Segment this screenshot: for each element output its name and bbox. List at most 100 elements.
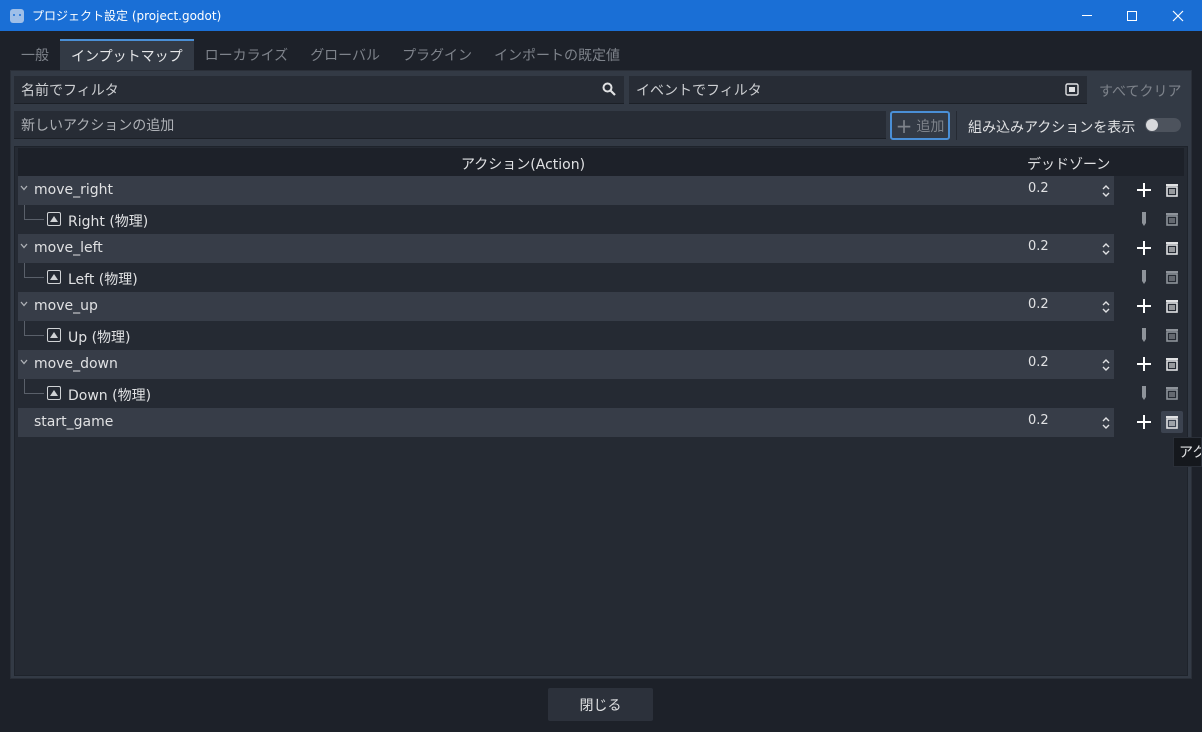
tree-branch-line (24, 263, 44, 278)
add-event-button[interactable] (1133, 353, 1155, 375)
chevron-down-icon[interactable] (20, 184, 28, 192)
tab-import-defaults[interactable]: インポートの既定値 (483, 39, 631, 70)
plus-icon (1137, 415, 1151, 429)
deadzone-value[interactable]: 0.2 (1028, 239, 1049, 254)
tab-general[interactable]: 一般 (10, 39, 60, 70)
remove-event-button[interactable] (1161, 382, 1183, 404)
edit-event-button[interactable] (1133, 208, 1155, 230)
action-row[interactable]: move_left 0.2 (18, 234, 1114, 263)
close-window-button[interactable] (1155, 0, 1201, 31)
clear-all-button[interactable]: すべてクリア (1099, 81, 1181, 101)
remove-action-button[interactable] (1161, 179, 1183, 201)
deadzone-value[interactable]: 0.2 (1028, 181, 1049, 196)
action-row[interactable]: move_up 0.2 (18, 292, 1114, 321)
add-event-button[interactable] (1133, 411, 1155, 433)
remove-action-button[interactable] (1161, 353, 1183, 375)
show-builtin-toggle[interactable] (1145, 118, 1181, 132)
trash-icon (1166, 213, 1178, 226)
minimize-button[interactable] (1064, 0, 1110, 31)
keyboard-key-icon (47, 328, 61, 342)
remove-action-button[interactable] (1161, 411, 1183, 433)
event-name: Right (物理) (68, 214, 149, 230)
add-action-button[interactable]: + 追加 (890, 111, 950, 140)
event-row[interactable]: Right (物理) (18, 205, 1114, 234)
new-action-placeholder: 新しいアクションの追加 (21, 117, 175, 134)
spinner-icon[interactable] (1101, 300, 1111, 314)
plus-icon (1137, 241, 1151, 255)
action-row[interactable]: move_down 0.2 (18, 350, 1114, 379)
spinner-icon[interactable] (1101, 358, 1111, 372)
deadzone-value[interactable]: 0.2 (1028, 355, 1049, 370)
action-row[interactable]: move_right 0.2 (18, 176, 1114, 205)
plus-icon: + (895, 113, 913, 138)
add-action-label: 追加 (916, 118, 945, 135)
tree-branch-line (24, 379, 44, 394)
event-name: Down (物理) (68, 388, 152, 404)
remove-event-button[interactable] (1161, 208, 1183, 230)
tree-branch-line (24, 205, 44, 220)
edit-event-button[interactable] (1133, 382, 1155, 404)
remove-event-button[interactable] (1161, 266, 1183, 288)
tab-globals[interactable]: グローバル (299, 39, 391, 70)
chevron-down-icon[interactable] (20, 358, 28, 366)
maximize-button[interactable] (1109, 0, 1155, 31)
spinner-icon[interactable] (1101, 416, 1111, 430)
pencil-icon (1142, 386, 1146, 400)
trash-icon (1166, 242, 1178, 255)
action-name: start_game (34, 414, 114, 430)
tooltip: アク (1173, 437, 1202, 467)
tab-localization[interactable]: ローカライズ (194, 39, 300, 70)
add-event-button[interactable] (1133, 179, 1155, 201)
tab-plugins[interactable]: プラグイン (391, 39, 483, 70)
action-name: move_down (34, 356, 118, 372)
chevron-down-icon[interactable] (20, 300, 28, 308)
trash-icon (1166, 329, 1178, 342)
event-name: Up (物理) (68, 330, 131, 346)
action-name: move_up (34, 298, 98, 314)
trash-icon (1166, 300, 1178, 313)
divider (956, 111, 957, 140)
title-bar: プロジェクト設定 (project.godot) (0, 0, 1202, 31)
name-filter-placeholder: 名前でフィルタ (21, 82, 119, 99)
add-event-button[interactable] (1133, 237, 1155, 259)
close-button[interactable]: 閉じる (548, 688, 653, 721)
edit-event-button[interactable] (1133, 266, 1155, 288)
toggle-knob (1146, 119, 1158, 131)
remove-action-button[interactable] (1161, 295, 1183, 317)
plus-icon (1137, 357, 1151, 371)
pencil-icon (1142, 212, 1146, 226)
deadzone-value[interactable]: 0.2 (1028, 297, 1049, 312)
maximize-icon (1127, 10, 1137, 21)
tab-bar: 一般 インプットマップ ローカライズ グローバル プラグイン インポートの既定値 (10, 39, 1192, 70)
show-builtin-label: 組み込みアクションを表示 (968, 120, 1136, 136)
tree-branch-line (24, 321, 44, 336)
event-row[interactable]: Up (物理) (18, 321, 1114, 350)
pencil-icon (1142, 328, 1146, 342)
event-row[interactable]: Left (物理) (18, 263, 1114, 292)
remove-action-button[interactable] (1161, 237, 1183, 259)
name-filter-input[interactable]: 名前でフィルタ (14, 76, 624, 104)
plus-icon (1137, 183, 1151, 197)
trash-icon (1166, 358, 1178, 371)
tab-input-map[interactable]: インプットマップ (60, 39, 194, 70)
remove-event-button[interactable] (1161, 324, 1183, 346)
add-event-button[interactable] (1133, 295, 1155, 317)
edit-event-button[interactable] (1133, 324, 1155, 346)
window-title: プロジェクト設定 (project.godot) (32, 9, 222, 23)
trash-icon (1166, 387, 1178, 400)
action-name: move_left (34, 240, 103, 256)
deadzone-value[interactable]: 0.2 (1028, 413, 1049, 428)
plus-icon (1137, 299, 1151, 313)
new-action-input[interactable]: 新しいアクションの追加 (14, 111, 886, 139)
event-row[interactable]: Down (物理) (18, 379, 1114, 408)
keyboard-listen-icon (1065, 83, 1079, 96)
close-icon (1172, 10, 1184, 21)
event-filter-input[interactable]: イベントでフィルタ (629, 76, 1087, 104)
keyboard-key-icon (47, 386, 61, 400)
spinner-icon[interactable] (1101, 242, 1111, 256)
chevron-down-icon[interactable] (20, 242, 28, 250)
action-row[interactable]: start_game 0.2 (18, 408, 1114, 437)
spinner-icon[interactable] (1101, 184, 1111, 198)
tree-header (18, 148, 1184, 176)
godot-icon (10, 8, 24, 23)
